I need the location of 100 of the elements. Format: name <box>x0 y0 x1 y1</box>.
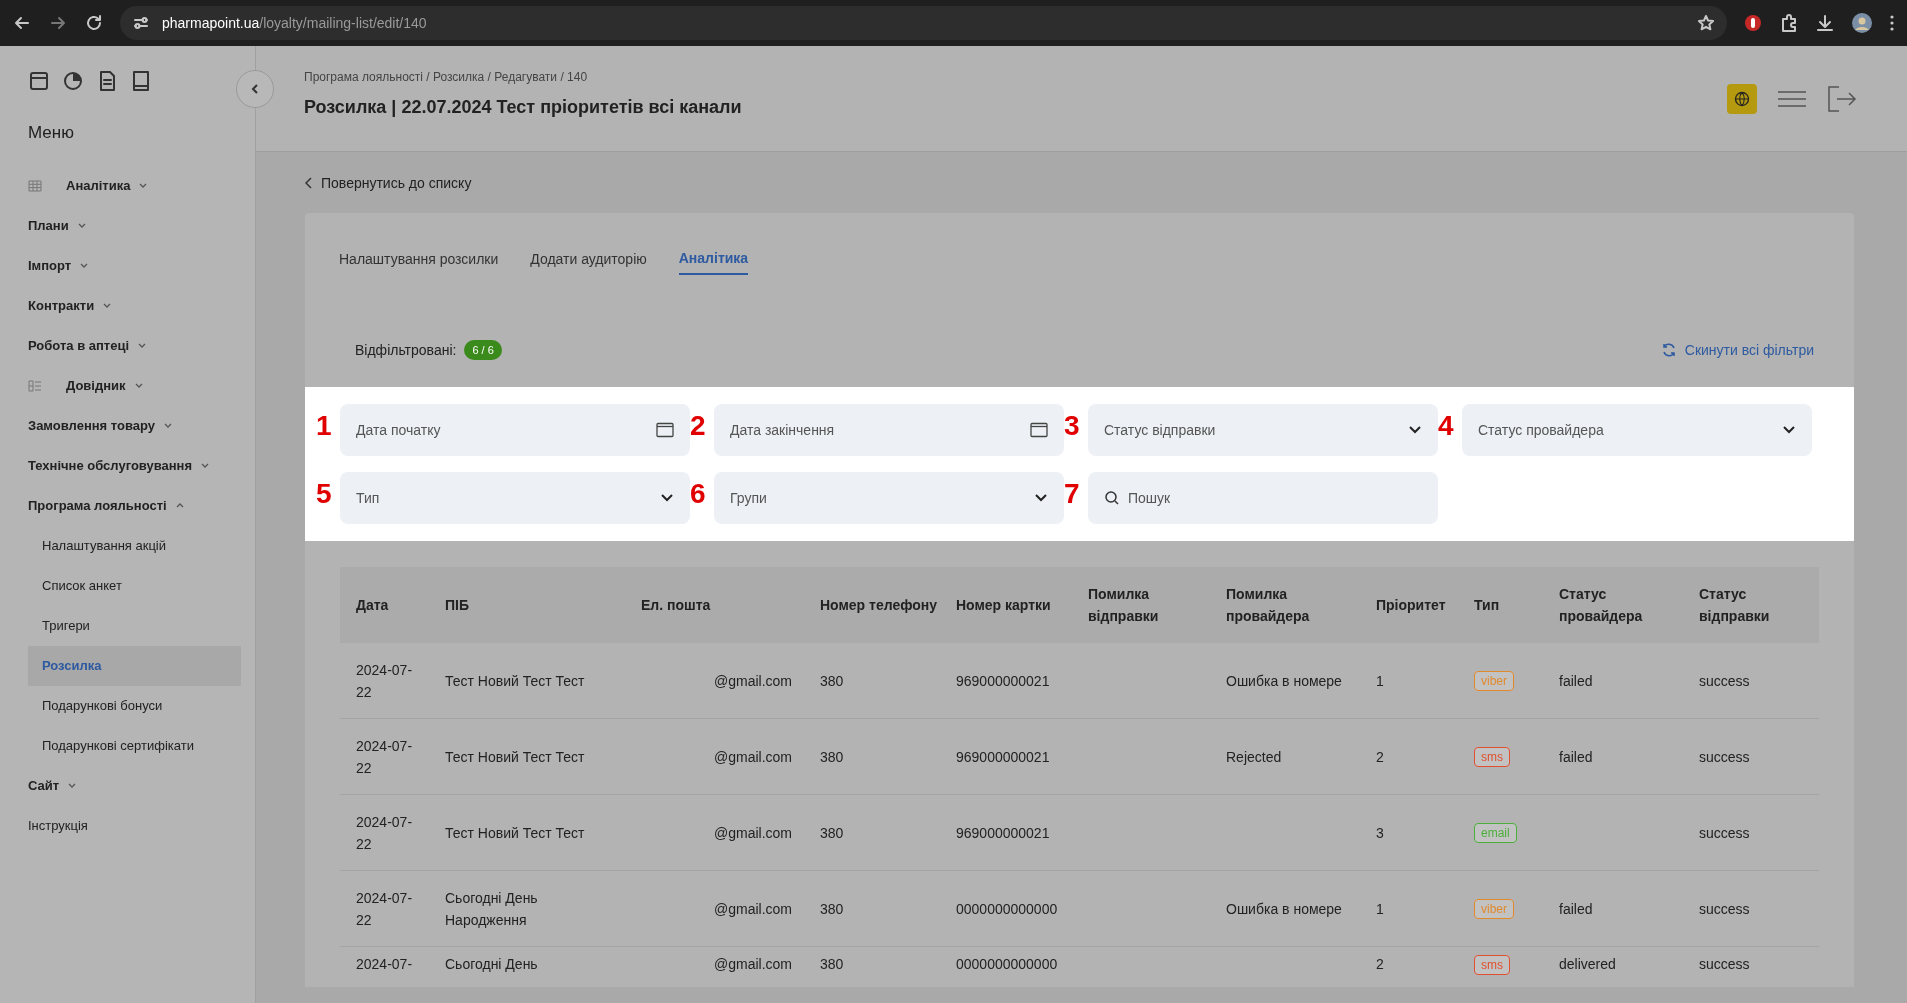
profile-avatar-icon[interactable] <box>1851 12 1873 34</box>
submenu-item[interactable]: Налаштування акцій <box>28 525 241 566</box>
chevron-down-icon <box>660 493 674 503</box>
reload-icon[interactable] <box>84 13 104 33</box>
column-header: Статус відправки <box>1699 585 1771 626</box>
table-cell-text: @gmail.com <box>713 899 793 919</box>
table-cell-text: Сьогодні День Народження <box>445 888 539 930</box>
submenu-item[interactable]: Подарункові сертифікати <box>28 725 241 766</box>
table-cell-text: @gmail.com <box>713 747 793 767</box>
page-title: Розсилка | 22.07.2024 Тест пріоритетів всі канали <box>304 96 743 119</box>
type-tag: sms <box>1474 955 1510 975</box>
annotation-number: 5 <box>316 480 332 508</box>
menu-item[interactable]: Програма лояльності <box>28 485 243 526</box>
table-cell-text: 380 <box>820 823 845 843</box>
shield-extension-icon[interactable] <box>1743 13 1763 33</box>
column-header: Статус провайдера <box>1559 585 1644 626</box>
back-link[interactable]: Повернутись до списку <box>305 172 1854 194</box>
dropdown-field[interactable]: Статус провайдера <box>1462 404 1812 456</box>
list-icon <box>28 379 42 392</box>
table-cell-text: @gmail.com <box>713 671 793 691</box>
table-cell-text: 1 <box>1376 671 1385 691</box>
annotation-number: 6 <box>690 480 706 508</box>
tab[interactable]: Налаштування розсилки <box>339 243 499 275</box>
table-cell-text: 969000000021 <box>956 671 1051 691</box>
table-cell-text: 2024-07-22 <box>356 888 414 930</box>
column-header: Помилка відправки <box>1088 585 1160 626</box>
globe-icon <box>1734 90 1750 107</box>
column-header: Номер картки <box>956 596 1052 615</box>
menu-item[interactable]: Сайт <box>28 765 243 806</box>
type-tag: sms <box>1474 747 1510 767</box>
table-cell-text: 2024-07-22 <box>356 736 414 778</box>
refresh-icon <box>1660 342 1677 358</box>
table-cell-text: 969000000021 <box>956 747 1051 767</box>
calendar-icon <box>1030 422 1048 438</box>
menu-heading: Меню <box>28 122 75 144</box>
table-cell-text: 969000000021 <box>956 823 1051 843</box>
column-header: ПІБ <box>445 596 470 615</box>
table-cell-text: 2024-07-22 <box>356 660 414 702</box>
table-cell-text: @gmail.com <box>713 823 793 843</box>
download-icon[interactable] <box>1815 13 1835 33</box>
chevron-down-icon <box>1408 425 1422 435</box>
table-cell-text: 380 <box>820 671 845 691</box>
dropdown-field[interactable]: Статус відправки <box>1088 404 1438 456</box>
menu-item[interactable]: Контракти <box>28 285 243 326</box>
table-cell-text: Тест Новий Тест Тест <box>445 823 586 843</box>
table-cell-text: 2024-07- <box>356 955 414 974</box>
pie-chart-icon[interactable] <box>62 70 84 92</box>
breadcrumb: Програма лояльності / Розсилка / Редагувати / 140 <box>304 69 589 86</box>
chevron-left-icon <box>250 83 260 95</box>
search-field[interactable]: Пошук <box>1088 472 1438 524</box>
menu-item[interactable]: Довідник <box>28 365 243 406</box>
star-icon[interactable] <box>1697 14 1715 32</box>
table-cell-text: 3 <box>1376 823 1385 843</box>
type-tag: viber <box>1474 899 1514 919</box>
table-cell-text: 2024-07-22 <box>356 812 414 854</box>
chevron-left-icon <box>305 177 313 189</box>
tab[interactable]: Додати аудиторію <box>530 243 647 275</box>
table-cell-text: Сьогодні День <box>445 955 539 974</box>
table-cell-text: Тест Новий Тест Тест <box>445 747 586 767</box>
table-cell-text: 2 <box>1376 747 1385 767</box>
book-icon[interactable] <box>130 70 152 92</box>
table-cell-text: success <box>1699 671 1751 691</box>
column-header: Дата <box>356 596 390 615</box>
address-bar[interactable]: pharmapoint.ua/loyalty/mailing-list/edit/140 <box>120 6 1727 40</box>
table-cell-text: 2 <box>1376 955 1385 974</box>
menu-item[interactable]: Інструкція <box>28 805 243 846</box>
menu-item[interactable]: Робота в аптеці <box>28 325 243 366</box>
menu-item[interactable]: Замовлення товару <box>28 405 243 446</box>
table-cell-text: 380 <box>820 747 845 767</box>
table-cell-text: failed <box>1559 671 1594 691</box>
puzzle-icon[interactable] <box>1779 13 1799 33</box>
dropdown-field[interactable]: Тип <box>340 472 690 524</box>
table-cell-text: success <box>1699 899 1751 919</box>
calendar-icon[interactable] <box>28 70 50 92</box>
menu-dots-icon[interactable] <box>1889 13 1895 33</box>
logout-icon[interactable] <box>1827 84 1857 113</box>
menu-item[interactable]: Аналітика <box>28 165 243 206</box>
submenu-item[interactable]: Список анкет <box>28 565 241 606</box>
submenu-item[interactable]: Тригери <box>28 605 241 646</box>
table-cell-text: 380 <box>820 899 845 919</box>
table-cell-text: success <box>1699 955 1751 974</box>
table-cell-text: delivered <box>1559 955 1617 974</box>
chevron-down-icon <box>1034 493 1048 503</box>
table-cell-text: success <box>1699 823 1751 843</box>
menu-item[interactable]: Плани <box>28 205 243 246</box>
submenu-item[interactable]: Подарункові бонуси <box>28 685 241 726</box>
annotation-number: 4 <box>1438 412 1454 440</box>
menu-icon[interactable] <box>1777 88 1807 109</box>
site-settings-icon[interactable] <box>132 14 150 32</box>
date-field[interactable]: Дата початку <box>340 404 690 456</box>
menu-item[interactable]: Технічне обслуговування <box>28 445 243 486</box>
table-cell-text: 0000000000000 <box>956 899 1059 919</box>
table-cell-text: failed <box>1559 899 1594 919</box>
filtered-label: Відфільтровані: <box>355 340 457 360</box>
table-cell-text: failed <box>1559 747 1594 767</box>
language-button[interactable] <box>1727 83 1757 114</box>
dropdown-field[interactable]: Групи <box>714 472 1064 524</box>
table-cell-text: Тест Новий Тест Тест <box>445 671 586 691</box>
menu-item[interactable]: Імпорт <box>28 245 243 286</box>
date-field[interactable]: Дата закінчення <box>714 404 1064 456</box>
